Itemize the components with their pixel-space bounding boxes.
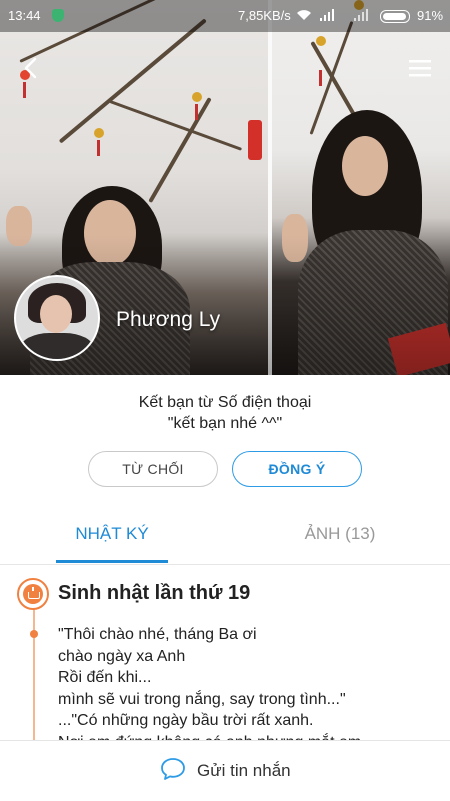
- timeline-dot: [30, 630, 38, 638]
- birthday-cake-icon: [17, 578, 49, 610]
- request-message: "kết bạn nhé ^^": [167, 415, 283, 432]
- accept-button[interactable]: ĐỒNG Ý: [232, 451, 362, 487]
- signal-icon: [320, 9, 334, 21]
- timeline-line: [33, 596, 35, 756]
- avatar[interactable]: [14, 275, 100, 361]
- security-shield-icon: [52, 9, 64, 22]
- tab-diary[interactable]: NHẬT KÝ: [56, 510, 168, 564]
- wifi-icon: [297, 10, 311, 20]
- menu-icon[interactable]: [406, 54, 434, 82]
- back-arrow-icon[interactable]: [18, 54, 46, 82]
- send-message-label: Gửi tin nhắn: [197, 761, 291, 780]
- chat-bubble-icon: [161, 758, 185, 780]
- status-bar: 13:44 7,85KB/s 91%: [0, 0, 450, 32]
- status-time: 13:44: [8, 8, 41, 23]
- event-title[interactable]: Sinh nhật lần thứ 19: [58, 582, 250, 605]
- event-text[interactable]: "Thôi chào nhé, tháng Ba ơi chào ngày xa…: [58, 624, 428, 753]
- signal-icon-2: [354, 9, 368, 21]
- send-message-bar[interactable]: Gửi tin nhắn: [0, 740, 450, 801]
- decline-button[interactable]: TỪ CHỐI: [88, 451, 218, 487]
- request-source: Kết bạn từ Số điện thoại: [138, 394, 312, 411]
- tab-photos[interactable]: ẢNH (13): [290, 510, 390, 564]
- friend-request-info: Kết bạn từ Số điện thoại "kết bạn nhé ^^…: [0, 392, 450, 434]
- battery-percent: 91%: [417, 8, 444, 23]
- active-tab-indicator: [56, 560, 168, 563]
- battery-icon: [380, 10, 410, 23]
- profile-name: Phương Ly: [116, 308, 221, 331]
- profile-tabs: NHẬT KÝ ẢNH (13): [0, 510, 450, 565]
- network-speed: 7,85KB/s: [238, 8, 291, 23]
